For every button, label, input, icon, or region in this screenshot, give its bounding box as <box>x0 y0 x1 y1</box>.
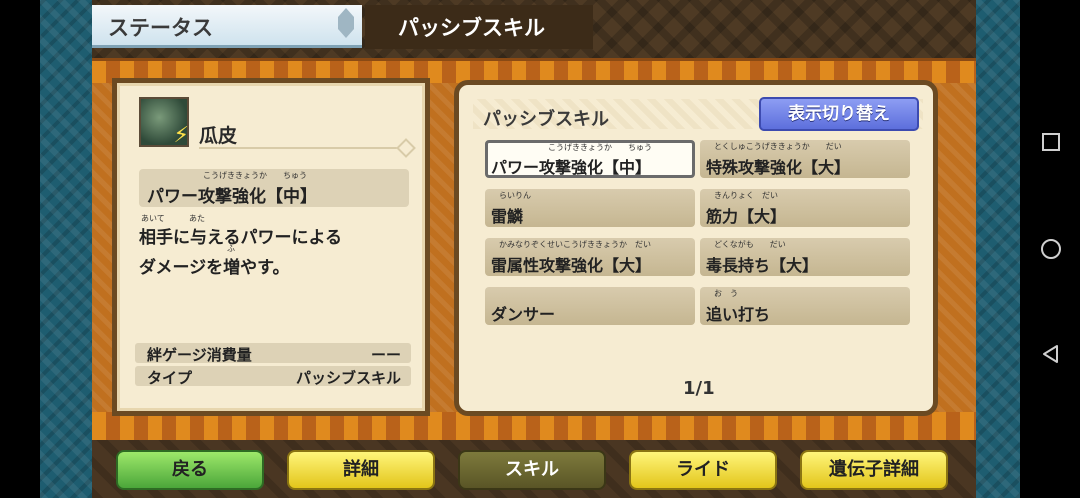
skill-slot-label: ダンサー <box>491 305 556 324</box>
decorative-frame-right <box>976 0 1020 498</box>
skill-slot-ruby: らいりん <box>499 191 531 200</box>
skill-slot-ruby: とくしゅこうげききょうか だい <box>714 142 842 151</box>
stat-row-bond-gauge: 絆ゲージ消費量 ーー <box>135 343 411 364</box>
gene-details-button[interactable]: 遺伝子詳細 <box>800 450 948 490</box>
stat-key: 絆ゲージ消費量 <box>147 346 252 364</box>
details-button[interactable]: 詳細 <box>287 450 435 490</box>
status-tab[interactable]: ステータス <box>92 5 362 48</box>
skill-slot-label: 雷鱗 <box>491 207 524 226</box>
name-divider <box>199 147 409 149</box>
ride-button[interactable]: ライド <box>629 450 777 490</box>
triangle-icon[interactable] <box>1040 343 1062 365</box>
back-button[interactable]: 戻る <box>116 450 264 490</box>
skill-slot-label: 追い打ち <box>706 305 771 324</box>
skill-slot-ruby: こうげききょうか ちゅう <box>548 143 652 152</box>
description-line-2: ダメージを増やす。 <box>139 258 290 278</box>
skill-ruby: こうげききょうか ちゅう <box>203 171 307 180</box>
skill-slot-dancer[interactable]: ダンサー <box>485 287 695 325</box>
skill-slot-special-attack[interactable]: とくしゅこうげききょうか だい 特殊攻撃強化【大】 <box>700 140 910 178</box>
skill-label: パワー攻撃強化【中】 <box>147 187 317 207</box>
skill-slot-label: 筋力【大】 <box>706 207 787 226</box>
page-indicator: 1/1 <box>683 378 715 399</box>
ruby-ata: あた <box>189 214 205 223</box>
skills-button[interactable]: スキル <box>458 450 606 490</box>
skill-slot-ruby: どくながも だい <box>714 240 786 249</box>
skill-slot-poison-duration[interactable]: どくながも だい 毒長持ち【大】 <box>700 238 910 276</box>
skill-info-panel: ⚡ 瓜皮 こうげききょうか ちゅう パワー攻撃強化【中】 あいて あた 相手に与… <box>112 78 430 416</box>
skill-slot-power-attack[interactable]: こうげききょうか ちゅう パワー攻撃強化【中】 <box>485 140 695 178</box>
stat-value: パッシブスキル <box>295 369 401 387</box>
selected-skill-label: こうげききょうか ちゅう パワー攻撃強化【中】 <box>139 169 409 207</box>
skill-slot-ruby: お う <box>714 289 738 298</box>
stat-key: タイプ <box>147 369 193 387</box>
monster-thumbnail: ⚡ <box>139 97 189 147</box>
square-icon[interactable] <box>1040 131 1062 153</box>
status-tab-label: ステータス <box>108 16 213 40</box>
stat-value: ーー <box>370 346 401 364</box>
skill-slot-label: 雷属性攻撃強化【大】 <box>491 256 652 275</box>
diamond-ornament-icon <box>396 138 416 158</box>
skill-slot-label: 毒長持ち【大】 <box>706 256 819 275</box>
description-ruby-2: ふ <box>227 244 235 253</box>
description-line-1: 相手に与えるパワーによる <box>139 228 342 248</box>
screen-edge-left <box>0 0 40 498</box>
skill-slot-ruby: かみなりぞくせいこうげききょうか だい <box>499 240 651 249</box>
skill-slot-label: パワー攻撃強化【中】 <box>491 158 652 177</box>
skill-slot-ruby: きんりょく だい <box>714 191 778 200</box>
screen-title: パッシブスキル <box>398 16 545 40</box>
skill-slot-thunder-element[interactable]: かみなりぞくせいこうげききょうか だい 雷属性攻撃強化【大】 <box>485 238 695 276</box>
passive-skills-panel: パッシブスキル 表示切り替え こうげききょうか ちゅう パワー攻撃強化【中】 と… <box>454 80 938 416</box>
panel-title: パッシブスキル <box>483 109 609 130</box>
skill-slot-strength[interactable]: きんりょく だい 筋力【大】 <box>700 189 910 227</box>
circle-icon[interactable] <box>1040 238 1062 260</box>
decorative-frame-left <box>40 0 92 498</box>
skill-slot-follow-up[interactable]: お う 追い打ち <box>700 287 910 325</box>
item-name: 瓜皮 <box>199 125 238 147</box>
decorative-strip-bottom <box>92 412 976 440</box>
skill-slot-thunder-scale[interactable]: らいりん 雷鱗 <box>485 189 695 227</box>
toggle-display-button[interactable]: 表示切り替え <box>759 97 919 131</box>
skill-slot-label: 特殊攻撃強化【大】 <box>706 158 851 177</box>
lightning-icon: ⚡ <box>173 123 189 148</box>
ruby-aite: あいて <box>141 214 165 223</box>
stat-row-type: タイプ パッシブスキル <box>135 366 411 387</box>
